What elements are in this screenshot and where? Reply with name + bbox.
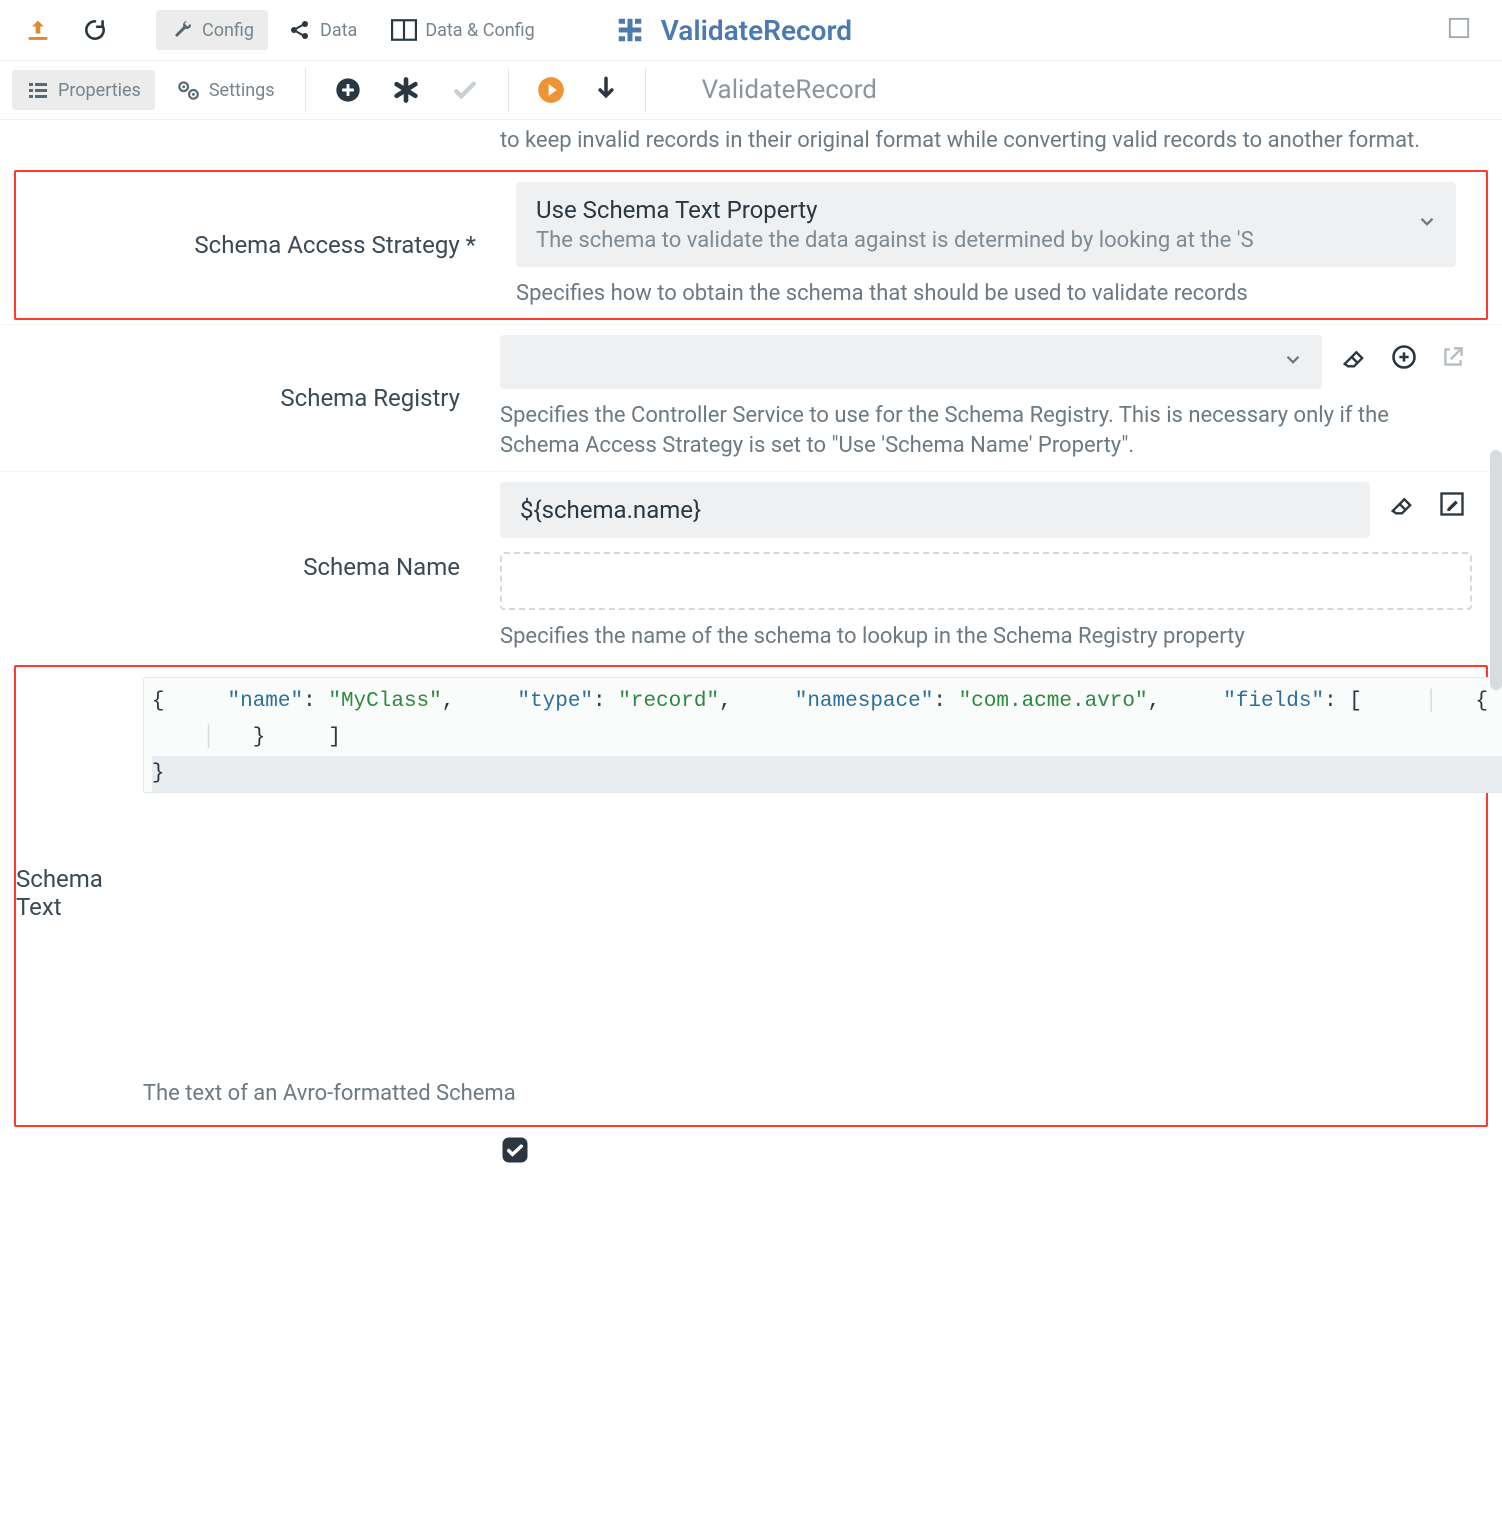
schema-name-input[interactable]: ${schema.name} [500, 482, 1370, 538]
checkbox[interactable] [500, 1135, 1502, 1165]
data-config-tab-label: Data & Config [425, 20, 534, 41]
data-tab-label: Data [320, 20, 357, 41]
chevron-down-icon [1416, 211, 1438, 238]
schema-registry-dropdown[interactable] [500, 335, 1322, 389]
wrench-icon [170, 18, 194, 42]
scrollbar[interactable] [1490, 450, 1502, 690]
highlight-schema-text: Schema Text { "name": "MyClass", "type":… [14, 665, 1488, 1127]
schema-text-help: The text of an Avro-formatted Schema [143, 1079, 1502, 1109]
config-tab[interactable]: Config [156, 10, 268, 50]
asterisk-button[interactable] [380, 68, 432, 112]
top-toolbar: Config Data Data & Config ValidateRecord [0, 0, 1502, 61]
schema-name-label: Schema Name [0, 482, 500, 652]
config-tab-label: Config [202, 20, 254, 41]
schema-registry-label: Schema Registry [0, 335, 500, 460]
add-circle-button[interactable] [1390, 343, 1418, 371]
maximize-button[interactable] [1448, 17, 1470, 44]
add-button[interactable] [322, 68, 374, 112]
chevron-down-icon [1282, 349, 1304, 376]
list-icon [26, 78, 50, 102]
schema-access-dropdown[interactable]: Use Schema Text Property The schema to v… [516, 182, 1456, 267]
gears-icon [175, 77, 201, 103]
schema-access-help: Specifies how to obtain the schema that … [516, 279, 1456, 309]
sub-toolbar: Properties Settings ValidateRecord [0, 61, 1502, 120]
data-tab[interactable]: Data [274, 10, 371, 50]
step-button[interactable] [583, 68, 629, 112]
schema-registry-help: Specifies the Controller Service to use … [500, 401, 1472, 460]
data-config-tab[interactable]: Data & Config [377, 11, 548, 49]
external-link-button[interactable] [1440, 344, 1466, 370]
edit-button[interactable] [1438, 490, 1466, 518]
properties-tab[interactable]: Properties [12, 70, 155, 110]
settings-tab[interactable]: Settings [161, 69, 289, 111]
erase-button[interactable] [1340, 343, 1368, 371]
properties-tab-label: Properties [58, 80, 141, 101]
schema-text-label: Schema Text [16, 677, 143, 1109]
schema-name-empty[interactable] [500, 552, 1472, 610]
processor-name: ValidateRecord [702, 75, 877, 105]
erase-button[interactable] [1388, 490, 1416, 518]
share-icon [288, 18, 312, 42]
split-icon [391, 19, 417, 41]
validate-button[interactable] [438, 67, 492, 113]
page-title: ValidateRecord [661, 14, 852, 47]
processor-icon [615, 15, 645, 45]
refresh-button[interactable] [70, 9, 120, 51]
schema-text-code[interactable]: { "name": "MyClass", "type": "record", "… [143, 677, 1502, 792]
highlight-schema-access: Schema Access Strategy * Use Schema Text… [14, 170, 1488, 321]
schema-access-value: Use Schema Text Property [536, 196, 1404, 224]
schema-access-label: Schema Access Strategy * [16, 182, 516, 309]
upload-button[interactable] [12, 8, 64, 52]
partial-help-text: to keep invalid records in their origina… [0, 120, 1502, 166]
settings-tab-label: Settings [209, 80, 275, 101]
schema-name-help: Specifies the name of the schema to look… [500, 622, 1472, 652]
schema-access-value-desc: The schema to validate the data against … [536, 228, 1404, 253]
play-button[interactable] [525, 68, 577, 112]
